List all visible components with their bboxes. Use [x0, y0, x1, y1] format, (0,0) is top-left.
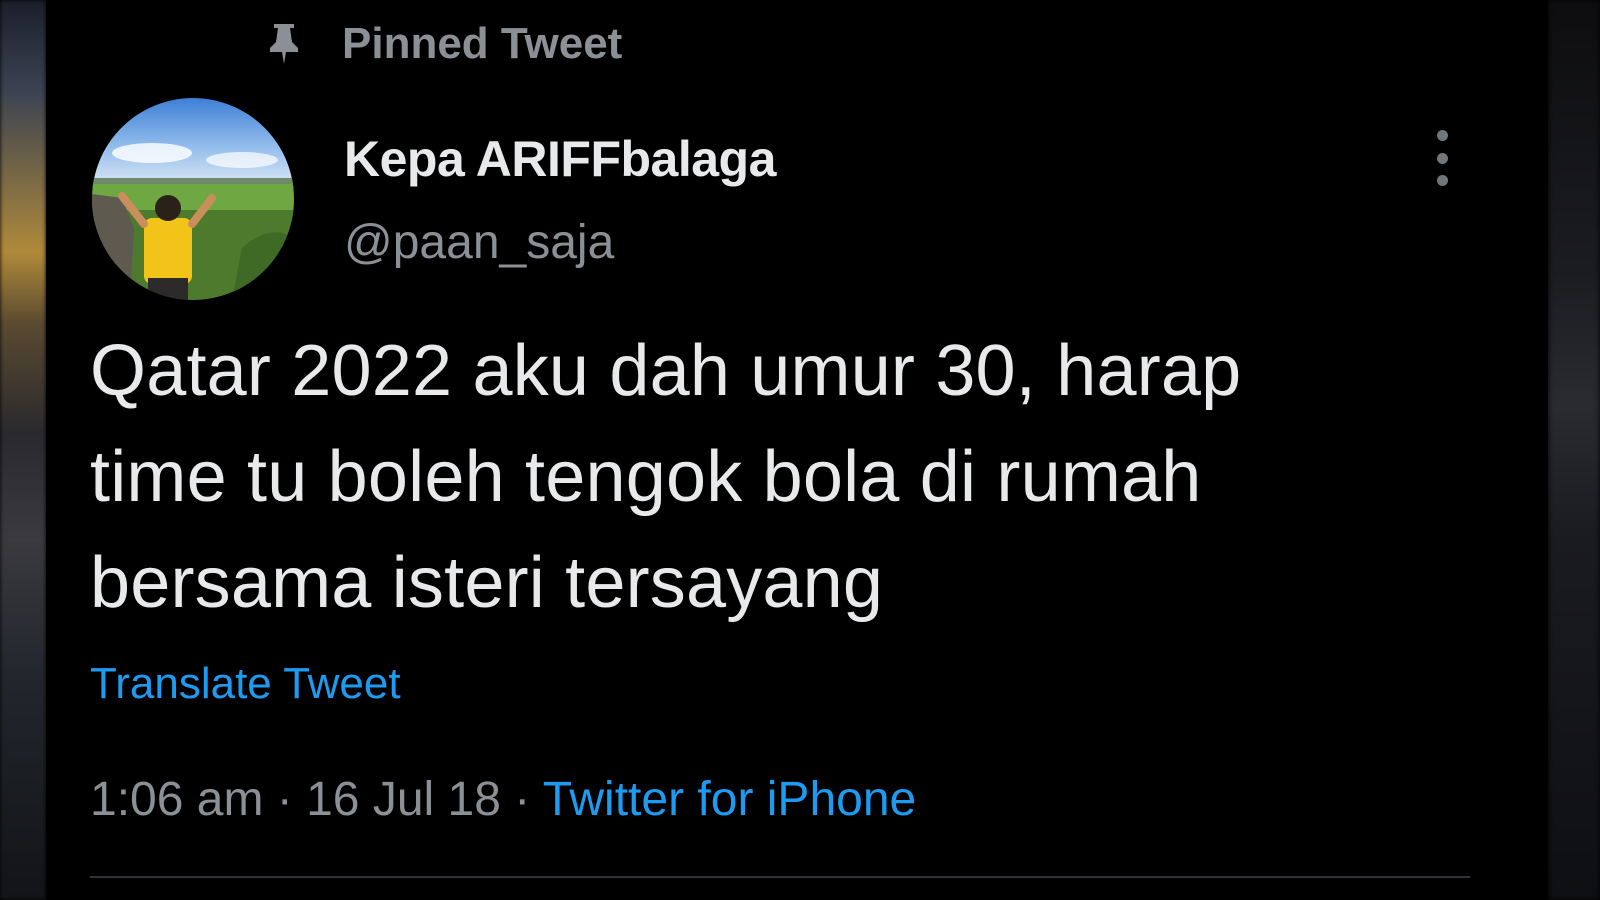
more-options-icon[interactable]	[1430, 130, 1454, 186]
tweet-metadata: 1:06 am · 16 Jul 18 · Twitter for iPhone	[90, 768, 916, 832]
tweet-text-line: Qatar 2022 aku dah umur 30, harap	[90, 331, 1242, 411]
tweet-time[interactable]: 1:06 am	[90, 773, 263, 826]
author-names: Kepa ARIFFbalaga @paan_saja	[344, 126, 776, 276]
background-edge-right	[1548, 0, 1600, 900]
screenshot-frame: Pinned Tweet Kepa ARIFFbalaga @paan_saja…	[0, 0, 1600, 900]
tweet-text-line: bersama isteri tersayang	[90, 543, 884, 623]
pinned-tweet-label: Pinned Tweet	[342, 19, 623, 68]
tweet-source-link[interactable]: Twitter for iPhone	[543, 773, 917, 826]
tweet-card: Pinned Tweet Kepa ARIFFbalaga @paan_saja…	[46, 0, 1548, 900]
background-edge-left	[0, 0, 46, 900]
tweet-text: Qatar 2022 aku dah umur 30, harap time t…	[90, 318, 1510, 636]
tweet-text-line: time tu boleh tengok bola di rumah	[90, 437, 1202, 517]
avatar-photo	[92, 98, 294, 300]
author-display-name[interactable]: Kepa ARIFFbalaga	[344, 126, 776, 192]
avatar[interactable]	[92, 98, 294, 300]
meta-separator: ·	[276, 773, 293, 826]
translate-tweet-link[interactable]: Translate Tweet	[90, 654, 401, 714]
tweet-date[interactable]: 16 Jul 18	[306, 773, 501, 826]
author-handle[interactable]: @paan_saja	[344, 210, 776, 276]
more-dot	[1436, 175, 1448, 186]
pin-icon	[264, 22, 304, 66]
more-dot	[1436, 152, 1448, 164]
divider	[90, 876, 1470, 878]
more-dot	[1436, 130, 1448, 141]
meta-separator: ·	[514, 773, 531, 826]
pinned-tweet-header: Pinned Tweet	[264, 14, 622, 74]
